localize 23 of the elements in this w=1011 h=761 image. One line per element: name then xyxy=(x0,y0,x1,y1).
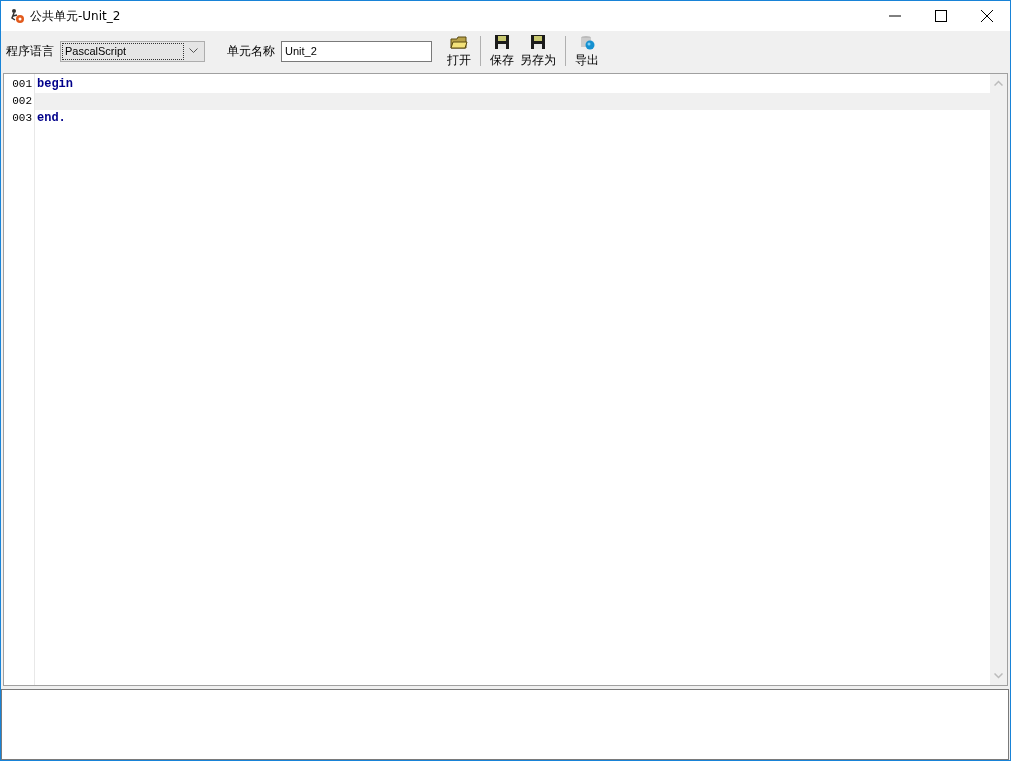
vertical-scrollbar[interactable] xyxy=(990,74,1007,685)
window-title: 公共单元-Unit_2 xyxy=(30,7,122,25)
folder-icon xyxy=(450,33,468,50)
language-dropdown[interactable]: PascalScript xyxy=(60,40,205,62)
line-number: 001 xyxy=(11,77,33,92)
maximize-icon xyxy=(935,10,947,22)
toolbar-button[interactable]: 另存为 xyxy=(517,33,559,69)
toolbar-button[interactable]: 保存 xyxy=(487,33,517,69)
toolbar-button[interactable]: 导出 xyxy=(572,33,602,69)
unit-name-field[interactable]: Unit_2 xyxy=(281,40,432,62)
unit-name-label: 单元名称 xyxy=(227,42,275,60)
toolbar-button[interactable]: 打开 xyxy=(444,33,474,69)
code-line: end. xyxy=(36,110,67,127)
scroll-up-icon[interactable] xyxy=(994,80,1003,86)
scroll-down-icon[interactable] xyxy=(994,673,1003,679)
close-icon xyxy=(981,10,993,22)
language-label: 程序语言 xyxy=(6,42,54,60)
database-globe-icon xyxy=(578,33,596,50)
line-number: 002 xyxy=(11,94,33,109)
line-number: 003 xyxy=(11,111,33,126)
caret-icon xyxy=(189,48,198,54)
code-line: begin xyxy=(36,76,74,93)
app-icon xyxy=(9,8,25,24)
